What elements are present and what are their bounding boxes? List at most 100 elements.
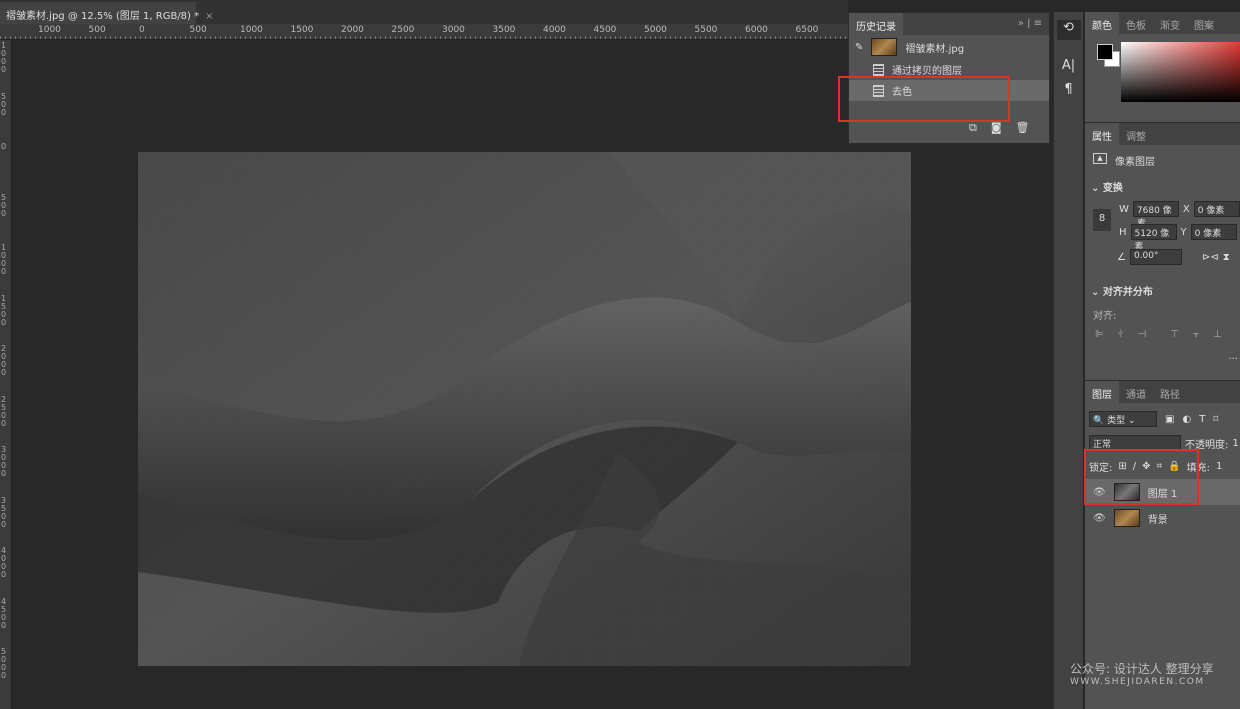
layer-type-label: 像素图层 <box>1115 157 1155 168</box>
y-field[interactable]: 0 像素 <box>1190 224 1237 240</box>
paragraph-icon[interactable]: ¶ <box>1057 82 1081 102</box>
layers-tab-1[interactable]: 通道 <box>1119 381 1153 403</box>
ruler-label: 1000 <box>1 41 7 74</box>
image-filter-icon[interactable]: ▣ <box>1165 414 1174 425</box>
horizontal-ruler[interactable]: 1000 500 0 500 1000 1500 2000 2500 3000 3500 4000 4… <box>0 24 848 40</box>
ruler-label: 3000 <box>1 445 7 478</box>
width-field[interactable]: 7680 像素 <box>1132 201 1179 229</box>
properties-panel: 属性调整 ▲ 像素图层 ⌄ 变换 8 W7680 像素X0 像素 H5120 像素… <box>1085 122 1240 377</box>
highlight-box <box>838 76 1010 122</box>
type-filter-icon[interactable]: T <box>1199 414 1205 425</box>
ruler-label: 6000 <box>745 25 768 35</box>
layers-tab-2[interactable]: 路径 <box>1153 381 1187 403</box>
ruler-label: 4500 <box>1 596 7 630</box>
angle-icon: ∠ <box>1117 251 1126 263</box>
ruler-label: 1000 <box>240 25 263 35</box>
color-tab-0[interactable]: 颜色 <box>1085 12 1119 34</box>
align-right-icon[interactable]: ⊣ <box>1137 329 1146 340</box>
camera-icon[interactable]: ◙ <box>991 121 1002 135</box>
link-icon[interactable]: 8 <box>1093 209 1111 231</box>
document-icon <box>873 63 884 76</box>
more-options-button[interactable]: ... <box>1228 351 1238 362</box>
right-panels: 颜色色板渐变图案 属性调整 ▲ 像素图层 ⌄ 变换 8 W7680 像素X0 像素… <box>1085 12 1240 709</box>
history-snapshot[interactable]: ✎ 褶皱素材.jpg <box>849 35 1049 59</box>
h-label: H <box>1119 226 1127 238</box>
x-label: X <box>1182 203 1190 215</box>
flip-horizontal-icon[interactable]: ⊳⊲ <box>1202 252 1219 263</box>
snapshot-thumbnail <box>871 38 898 56</box>
properties-tab-1[interactable]: 调整 <box>1119 123 1153 145</box>
document-tab[interactable]: 褶皱素材.jpg @ 12.5% (图层 1, RGB/8) * × <box>0 2 214 24</box>
character-icon[interactable]: A| <box>1057 58 1081 78</box>
layer-thumbnail <box>1113 509 1140 527</box>
ruler-label: 3500 <box>1 495 7 529</box>
align-label: 对齐: <box>1093 311 1117 322</box>
chevron-down-icon[interactable]: ⌄ <box>1091 287 1103 298</box>
snapshot-label: 褶皱素材.jpg <box>905 43 965 55</box>
flip-vertical-icon[interactable]: ⧗ <box>1223 252 1230 263</box>
align-bottom-icon[interactable]: ⊥ <box>1213 329 1222 340</box>
ruler-label: 1500 <box>290 25 314 35</box>
history-brush-icon[interactable]: ⟲ <box>1056 20 1081 40</box>
ruler-label: 4000 <box>1 546 7 579</box>
x-field[interactable]: 0 像素 <box>1193 201 1240 217</box>
ruler-label: 5000 <box>644 25 667 35</box>
foreground-color-swatch[interactable] <box>1097 44 1113 60</box>
highlight-box <box>1084 449 1199 505</box>
ruler-label: 3000 <box>442 25 465 35</box>
ruler-label: 1000 <box>38 25 61 35</box>
history-brush-icon: ✎ <box>855 41 864 53</box>
ruler-label: 5000 <box>1 647 7 680</box>
filter-label: 类型 <box>1107 416 1126 426</box>
ruler-label: 2000 <box>1 344 7 377</box>
ruler-label: 500 <box>1 192 7 218</box>
shape-filter-icon[interactable]: ⌑ <box>1213 414 1218 425</box>
ruler-label: 2000 <box>341 25 364 35</box>
ruler-label: 1500 <box>1 293 7 327</box>
properties-tab-0[interactable]: 属性 <box>1085 123 1119 145</box>
color-picker-field[interactable] <box>1121 42 1240 102</box>
watermark-line1: 公众号: 设计达人 整理分享 <box>1070 662 1214 676</box>
ruler-label: 1000 <box>1 243 7 276</box>
align-left-icon[interactable]: ⊫ <box>1095 329 1104 340</box>
new-document-from-state-icon[interactable]: ⧉ <box>969 121 977 135</box>
color-tab-2[interactable]: 渐变 <box>1153 12 1187 34</box>
watermark: 公众号: 设计达人 整理分享 WWW.SHEJIDAREN.COM <box>1070 660 1214 687</box>
vertical-ruler[interactable]: 1000 500 0 500 1000 1500 2000 2500 3000 3500 4000 4… <box>0 40 12 709</box>
color-tab-3[interactable]: 图案 <box>1187 12 1221 34</box>
layer-row[interactable]: 👁 背景 <box>1085 505 1240 531</box>
chevron-down-icon[interactable]: ⌄ <box>1091 183 1103 194</box>
history-item-label: 通过拷贝的图层 <box>892 66 962 77</box>
color-tab-1[interactable]: 色板 <box>1119 12 1153 34</box>
ruler-label: 500 <box>88 25 106 35</box>
angle-field[interactable]: 0.00° <box>1129 249 1182 265</box>
align-title: 对齐并分布 <box>1102 287 1153 298</box>
y-label: Y <box>1180 226 1187 238</box>
w-label: W <box>1119 203 1129 215</box>
layers-tab-0[interactable]: 图层 <box>1085 381 1119 403</box>
panel-menu-icon[interactable]: » | ≡ <box>1011 13 1049 35</box>
color-panel: 颜色 色板 渐变 图案 <box>1085 12 1240 118</box>
layer-name: 背景 <box>1147 514 1168 526</box>
eye-icon[interactable]: 👁 <box>1093 513 1106 524</box>
tab-history[interactable]: 历史记录 <box>849 13 903 35</box>
ruler-label: 4000 <box>543 25 566 35</box>
canvas-image[interactable] <box>138 152 911 666</box>
document-title: 褶皱素材.jpg @ 12.5% (图层 1, RGB/8) * <box>6 11 200 22</box>
ruler-label: 6500 <box>795 25 819 35</box>
watermark-line2: WWW.SHEJIDAREN.COM <box>1070 677 1205 687</box>
layer-filter-select[interactable]: 🔍 类型 ⌄ <box>1089 411 1157 427</box>
adjustment-filter-icon[interactable]: ◐ <box>1182 414 1191 425</box>
ruler-label: 500 <box>189 25 207 35</box>
close-tab-icon[interactable]: × <box>205 11 213 22</box>
opacity-field[interactable]: 1 <box>1232 438 1238 449</box>
align-center-icon[interactable]: ⫩ <box>1118 329 1124 340</box>
ruler-label: 5500 <box>694 25 718 35</box>
align-top-icon[interactable]: ⊤ <box>1170 329 1179 340</box>
align-middle-icon[interactable]: ⫟ <box>1193 329 1199 340</box>
trash-icon[interactable]: 🗑 <box>1016 121 1030 135</box>
fill-field[interactable]: 1 <box>1216 461 1222 472</box>
ruler-label: 4500 <box>593 25 617 35</box>
height-field[interactable]: 5120 像素 <box>1130 224 1177 252</box>
pixel-layer-icon: ▲ <box>1093 153 1107 164</box>
